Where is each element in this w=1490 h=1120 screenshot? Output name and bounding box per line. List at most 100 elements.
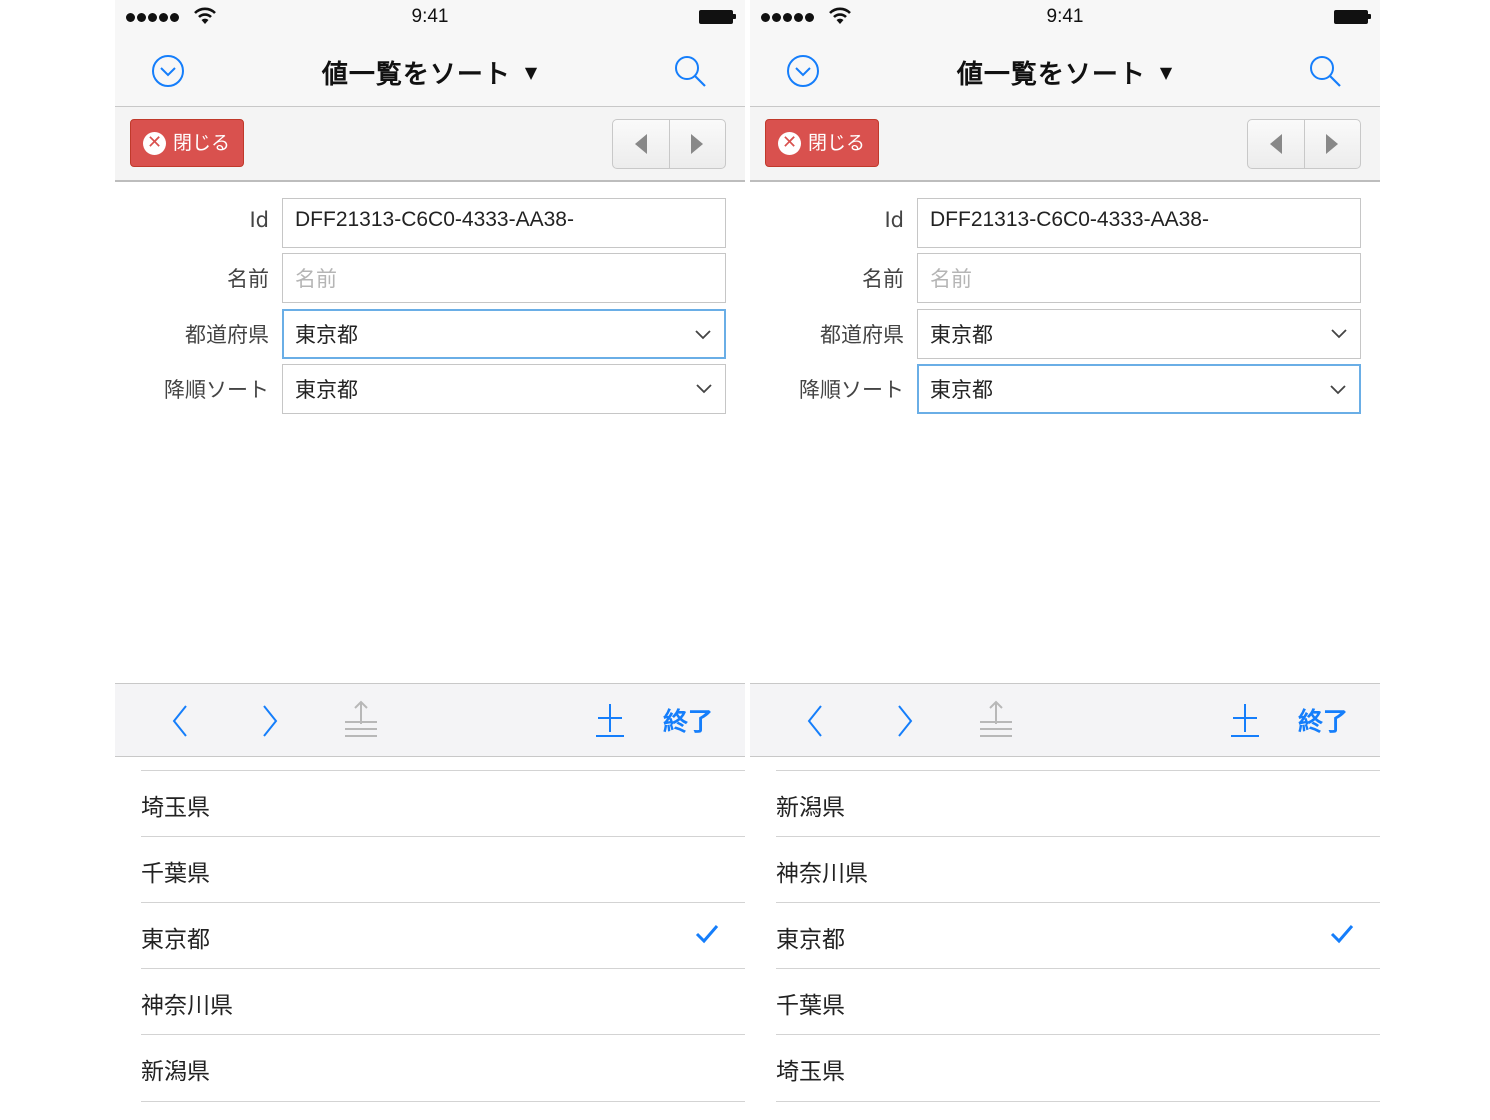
prefecture-select[interactable]: 東京都 <box>282 309 726 359</box>
dropdown-caret-icon: ▼ <box>1159 63 1174 82</box>
picker-item-selected[interactable]: 東京都 <box>141 902 745 968</box>
picker-item-label: 新潟県 <box>141 1059 210 1085</box>
picker-item-label: 神奈川県 <box>141 993 233 1019</box>
picker-list: 埼玉県 千葉県 東京都 神奈川県 新潟県 <box>141 770 745 1102</box>
picker-item-label: 東京都 <box>141 927 210 953</box>
next-chevron-icon[interactable] <box>260 704 280 738</box>
status-bar: 9:41 <box>115 0 745 36</box>
page-title[interactable]: 値一覧をソート ▼ <box>750 54 1380 91</box>
form-row-prefecture: 都道府県 東京都 <box>115 309 745 359</box>
name-label: 名前 <box>227 267 269 291</box>
picker-item-label: 神奈川県 <box>776 861 868 887</box>
name-field[interactable]: 名前 <box>282 253 726 303</box>
plus-icon[interactable] <box>1230 702 1260 738</box>
prev-triangle-icon <box>634 134 647 154</box>
checkmark-icon <box>695 925 719 944</box>
done-button[interactable]: 終了 <box>663 702 713 738</box>
id-label: Id <box>249 208 269 232</box>
next-triangle-icon <box>691 134 704 154</box>
close-button-label: 閉じる <box>173 131 231 154</box>
page-title[interactable]: 値一覧をソート ▼ <box>115 54 745 91</box>
name-field[interactable]: 名前 <box>917 253 1361 303</box>
close-button-label: 閉じる <box>808 131 866 154</box>
chevron-down-icon <box>695 330 711 340</box>
picker-item[interactable]: 神奈川県 <box>776 836 1380 902</box>
search-icon[interactable] <box>673 54 707 88</box>
form-row-id: Id DFF21313-C6C0-4333-AA38- <box>115 198 745 248</box>
desc-sort-label: 降順ソート <box>164 378 269 402</box>
picker-item-label: 新潟県 <box>776 795 845 821</box>
battery-icon <box>699 10 736 24</box>
navigation-bar: 値一覧をソート ▼ <box>115 36 745 107</box>
share-icon <box>980 700 1012 737</box>
plus-icon[interactable] <box>595 702 625 738</box>
status-time: 9:41 <box>411 6 449 27</box>
picker-item-label: 埼玉県 <box>141 795 210 821</box>
previous-record-button[interactable] <box>1248 120 1305 168</box>
chevron-down-icon <box>1331 329 1347 339</box>
picker-item[interactable]: 神奈川県 <box>141 968 745 1034</box>
phone-screen-right: 9:41 値一覧をソート ▼ ✕ 閉じる Id DFF21313-C6C0-433… <box>750 0 1380 1120</box>
picker-item-label: 千葉県 <box>776 993 845 1019</box>
prefecture-label: 都道府県 <box>820 323 904 347</box>
phone-screen-left: 9:41 値一覧をソート ▼ ✕ 閉じる Id DFF21313-C6C0-433… <box>115 0 745 1120</box>
previous-record-button[interactable] <box>613 120 670 168</box>
close-x-icon: ✕ <box>778 131 801 155</box>
close-button[interactable]: ✕ 閉じる <box>130 119 244 167</box>
prev-chevron-icon[interactable] <box>170 704 190 738</box>
chevron-down-icon <box>1330 385 1346 395</box>
picker-item[interactable]: 新潟県 <box>776 770 1380 836</box>
prefecture-select[interactable]: 東京都 <box>917 309 1361 359</box>
id-field[interactable]: DFF21313-C6C0-4333-AA38- <box>282 198 726 248</box>
next-chevron-icon[interactable] <box>895 704 915 738</box>
prefecture-select-value: 東京都 <box>295 324 358 347</box>
search-icon[interactable] <box>1308 54 1342 88</box>
page-title-text: 値一覧をソート <box>321 60 511 90</box>
picker-item-label: 埼玉県 <box>776 1059 845 1085</box>
picker-list: 新潟県 神奈川県 東京都 千葉県 埼玉県 <box>776 770 1380 1102</box>
prev-triangle-icon <box>1269 134 1282 154</box>
desc-sort-select-value: 東京都 <box>295 379 358 402</box>
close-x-icon: ✕ <box>143 131 166 155</box>
picker-item[interactable]: 千葉県 <box>141 836 745 902</box>
picker-item[interactable]: 埼玉県 <box>776 1034 1380 1102</box>
page-title-text: 値一覧をソート <box>956 60 1146 90</box>
keyboard-accessory-bar: 終了 <box>750 683 1380 757</box>
form-row-name: 名前 名前 <box>115 253 745 303</box>
record-pager <box>1247 119 1361 169</box>
record-toolbar: ✕ 閉じる <box>115 107 745 182</box>
dropdown-caret-icon: ▼ <box>524 63 539 82</box>
checkmark-icon <box>1330 925 1354 944</box>
picker-item[interactable]: 埼玉県 <box>141 770 745 836</box>
status-bar: 9:41 <box>750 0 1380 36</box>
status-time: 9:41 <box>1046 6 1084 27</box>
prefecture-label: 都道府県 <box>185 323 269 347</box>
next-triangle-icon <box>1326 134 1339 154</box>
desc-sort-select[interactable]: 東京都 <box>917 364 1361 414</box>
form-row-desc-sort: 降順ソート 東京都 <box>115 364 745 414</box>
name-label: 名前 <box>862 267 904 291</box>
picker-item-selected[interactable]: 東京都 <box>776 902 1380 968</box>
done-button[interactable]: 終了 <box>1298 702 1348 738</box>
share-icon <box>345 700 377 737</box>
desc-sort-select[interactable]: 東京都 <box>282 364 726 414</box>
form-row-prefecture: 都道府県 東京都 <box>750 309 1380 359</box>
form-row-name: 名前 名前 <box>750 253 1380 303</box>
keyboard-accessory-bar: 終了 <box>115 683 745 757</box>
prefecture-select-value: 東京都 <box>930 324 993 347</box>
picker-item[interactable]: 新潟県 <box>141 1034 745 1102</box>
picker-item-label: 千葉県 <box>141 861 210 887</box>
id-field[interactable]: DFF21313-C6C0-4333-AA38- <box>917 198 1361 248</box>
record-pager <box>612 119 726 169</box>
next-record-button[interactable] <box>670 120 726 168</box>
prev-chevron-icon[interactable] <box>805 704 825 738</box>
desc-sort-select-value: 東京都 <box>930 379 993 402</box>
picker-item[interactable]: 千葉県 <box>776 968 1380 1034</box>
next-record-button[interactable] <box>1305 120 1361 168</box>
navigation-bar: 値一覧をソート ▼ <box>750 36 1380 107</box>
form-row-id: Id DFF21313-C6C0-4333-AA38- <box>750 198 1380 248</box>
desc-sort-label: 降順ソート <box>799 378 904 402</box>
picker-item-label: 東京都 <box>776 927 845 953</box>
record-toolbar: ✕ 閉じる <box>750 107 1380 182</box>
close-button[interactable]: ✕ 閉じる <box>765 119 879 167</box>
